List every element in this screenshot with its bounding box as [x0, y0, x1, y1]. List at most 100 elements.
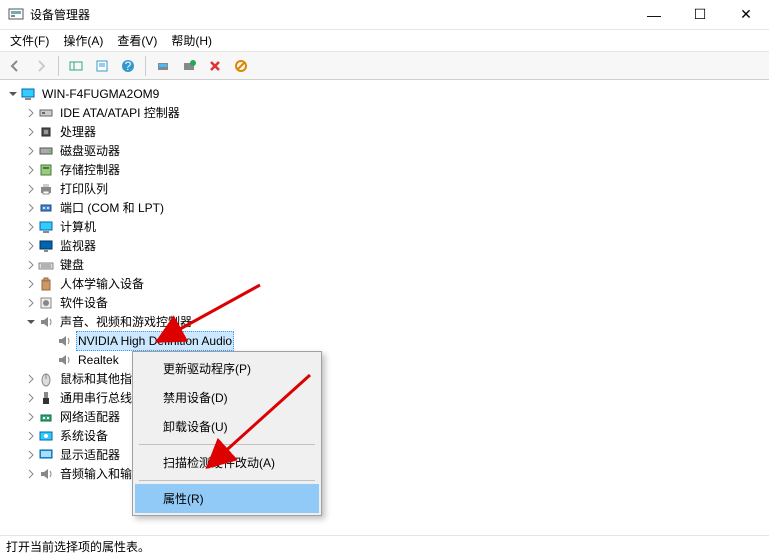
- tree-category-17[interactable]: 音频输入和输出: [6, 465, 763, 483]
- expand-arrow[interactable]: [24, 450, 38, 460]
- back-button[interactable]: [4, 55, 26, 77]
- menu-help[interactable]: 帮助(H): [165, 30, 218, 51]
- tree-category-9[interactable]: 人体学输入设备: [6, 275, 763, 293]
- tree-label: 计算机: [58, 218, 98, 236]
- ctx-scan-hardware[interactable]: 扫描检测硬件改动(A): [135, 448, 319, 477]
- expand-arrow[interactable]: [24, 393, 38, 403]
- tree-category-4[interactable]: 打印队列: [6, 180, 763, 198]
- tree-category-2[interactable]: 磁盘驱动器: [6, 142, 763, 160]
- disable-button[interactable]: [230, 55, 252, 77]
- tree-category-7[interactable]: 监视器: [6, 237, 763, 255]
- tree-category-1[interactable]: 处理器: [6, 123, 763, 141]
- expand-arrow[interactable]: [24, 298, 38, 308]
- tree-label: 处理器: [58, 123, 98, 141]
- statusbar: 打开当前选择项的属性表。: [0, 535, 769, 555]
- ctx-uninstall-device[interactable]: 卸载设备(U): [135, 412, 319, 441]
- hid-icon: [38, 276, 54, 292]
- tree-label: Realtek: [76, 351, 121, 369]
- tree-category-3[interactable]: 存储控制器: [6, 161, 763, 179]
- ctx-properties[interactable]: 属性(R): [135, 484, 319, 513]
- collapse-arrow[interactable]: [24, 317, 38, 327]
- expand-arrow[interactable]: [24, 108, 38, 118]
- storage-icon: [38, 162, 54, 178]
- help-toolbar-button[interactable]: ?: [117, 55, 139, 77]
- forward-button[interactable]: [30, 55, 52, 77]
- expand-arrow[interactable]: [24, 184, 38, 194]
- tree-label: IDE ATA/ATAPI 控制器: [58, 104, 182, 122]
- tree-category-8[interactable]: 键盘: [6, 256, 763, 274]
- expand-arrow[interactable]: [24, 260, 38, 270]
- tree-device-11-1[interactable]: Realtek: [6, 351, 763, 369]
- mouse-icon: [38, 371, 54, 387]
- tree-label: 网络适配器: [58, 408, 122, 426]
- ctx-separator: [139, 480, 315, 481]
- tree-label: WIN-F4FUGMA2OM9: [40, 85, 161, 103]
- ctx-update-driver[interactable]: 更新驱动程序(P): [135, 354, 319, 383]
- usb-icon: [38, 390, 54, 406]
- expand-arrow[interactable]: [24, 241, 38, 251]
- tree-label: 软件设备: [58, 294, 110, 312]
- expand-arrow[interactable]: [24, 222, 38, 232]
- maximize-button[interactable]: ☐: [677, 0, 723, 29]
- tree-category-5[interactable]: 端口 (COM 和 LPT): [6, 199, 763, 217]
- expand-arrow[interactable]: [24, 469, 38, 479]
- expand-arrow[interactable]: [24, 127, 38, 137]
- tree-label: 显示适配器: [58, 446, 122, 464]
- expand-arrow[interactable]: [24, 374, 38, 384]
- display-icon: [38, 447, 54, 463]
- tree-label: 键盘: [58, 256, 86, 274]
- tree-category-14[interactable]: 网络适配器: [6, 408, 763, 426]
- tree-category-6[interactable]: 计算机: [6, 218, 763, 236]
- uninstall-button[interactable]: [204, 55, 226, 77]
- svg-text:?: ?: [125, 59, 132, 73]
- ctx-separator: [139, 444, 315, 445]
- tree-label: 声音、视频和游戏控制器: [58, 313, 194, 331]
- expand-arrow[interactable]: [24, 203, 38, 213]
- menu-file[interactable]: 文件(F): [4, 30, 55, 51]
- ide-icon: [38, 105, 54, 121]
- show-hide-button[interactable]: [65, 55, 87, 77]
- device-tree[interactable]: WIN-F4FUGMA2OM9IDE ATA/ATAPI 控制器处理器磁盘驱动器…: [0, 80, 769, 535]
- tree-category-11[interactable]: 声音、视频和游戏控制器: [6, 313, 763, 331]
- expand-arrow[interactable]: [24, 146, 38, 156]
- tree-label: 监视器: [58, 237, 98, 255]
- menu-action[interactable]: 操作(A): [57, 30, 109, 51]
- tree-label: 鼠标和其他指: [58, 370, 134, 388]
- tree-label: 端口 (COM 和 LPT): [58, 199, 166, 217]
- computer_root-icon: [20, 86, 36, 102]
- tree-category-16[interactable]: 显示适配器: [6, 446, 763, 464]
- tree-category-15[interactable]: 系统设备: [6, 427, 763, 445]
- toolbar: ?: [0, 52, 769, 80]
- close-button[interactable]: ✕: [723, 0, 769, 29]
- cpu-icon: [38, 124, 54, 140]
- minimize-button[interactable]: —: [631, 0, 677, 29]
- expand-arrow[interactable]: [24, 165, 38, 175]
- tree-label: 通用串行总线: [58, 389, 134, 407]
- tree-category-13[interactable]: 通用串行总线: [6, 389, 763, 407]
- titlebar: 设备管理器 — ☐ ✕: [0, 0, 769, 30]
- menu-view[interactable]: 查看(V): [111, 30, 163, 51]
- properties-button[interactable]: [91, 55, 113, 77]
- update-driver-button[interactable]: [178, 55, 200, 77]
- scan-button[interactable]: [152, 55, 174, 77]
- tree-label: 存储控制器: [58, 161, 122, 179]
- tree-category-12[interactable]: 鼠标和其他指: [6, 370, 763, 388]
- tree-root[interactable]: WIN-F4FUGMA2OM9: [6, 85, 763, 103]
- tree-category-10[interactable]: 软件设备: [6, 294, 763, 312]
- collapse-arrow[interactable]: [6, 89, 20, 99]
- network-icon: [38, 409, 54, 425]
- sound-icon: [38, 314, 54, 330]
- ctx-disable-device[interactable]: 禁用设备(D): [135, 383, 319, 412]
- tree-label: 磁盘驱动器: [58, 142, 122, 160]
- keyboard-icon: [38, 257, 54, 273]
- tree-label: 人体学输入设备: [58, 275, 146, 293]
- tree-device-11-0[interactable]: NVIDIA High Definition Audio: [6, 332, 763, 350]
- speaker-icon: [38, 466, 54, 482]
- context-menu: 更新驱动程序(P) 禁用设备(D) 卸载设备(U) 扫描检测硬件改动(A) 属性…: [132, 351, 322, 516]
- expand-arrow[interactable]: [24, 431, 38, 441]
- computer-icon: [38, 219, 54, 235]
- tree-category-0[interactable]: IDE ATA/ATAPI 控制器: [6, 104, 763, 122]
- expand-arrow[interactable]: [24, 412, 38, 422]
- expand-arrow[interactable]: [24, 279, 38, 289]
- software-icon: [38, 295, 54, 311]
